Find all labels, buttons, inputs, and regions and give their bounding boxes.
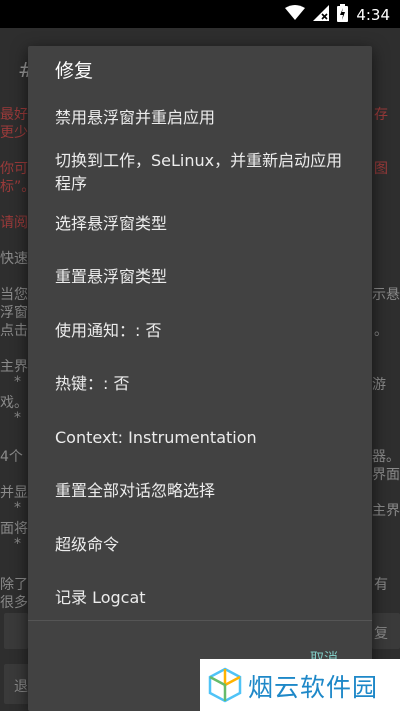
background-text: 4个 bbox=[0, 449, 23, 465]
watermark-text: 烟云软件园 bbox=[248, 673, 379, 702]
menu-item-context[interactable]: Context: Instrumentation bbox=[55, 426, 355, 449]
dialog-divider bbox=[28, 620, 372, 621]
repair-dialog: 修复 禁用悬浮窗并重启应用 切换到工作，SeLinux，并重新启动应用程序 选择… bbox=[28, 46, 372, 711]
menu-item-select-float-type[interactable]: 选择悬浮窗类型 bbox=[55, 212, 355, 235]
background-text: 更少 bbox=[0, 125, 28, 141]
watermark: 烟云软件园 bbox=[200, 659, 400, 711]
background-text: 复 bbox=[374, 626, 388, 642]
status-bar: 4:34 bbox=[0, 0, 400, 28]
background-text: 你可 bbox=[0, 161, 28, 177]
background-text: 游 bbox=[372, 377, 386, 393]
background-text: 请阅 bbox=[0, 215, 28, 231]
background-text: 面将 bbox=[0, 521, 28, 537]
menu-item-super-command[interactable]: 超级命令 bbox=[55, 533, 355, 556]
menu-item-use-notification[interactable]: 使用通知：: 否 bbox=[55, 319, 355, 342]
dialog-title: 修复 bbox=[55, 60, 94, 82]
background-text: 。 bbox=[374, 323, 388, 339]
background-text: 示悬 bbox=[372, 287, 400, 303]
background-text: 最好 bbox=[0, 107, 28, 123]
menu-item-switch-work-selinux[interactable]: 切换到工作，SeLinux，并重新启动应用程序 bbox=[55, 149, 355, 195]
background-button bbox=[4, 613, 28, 649]
menu-item-record-logcat[interactable]: 记录 Logcat bbox=[55, 586, 355, 609]
background-text: * bbox=[14, 374, 21, 390]
background-text: 除了 bbox=[0, 577, 28, 593]
wifi-icon bbox=[285, 5, 306, 25]
background-text: 退 bbox=[14, 679, 28, 695]
status-icons: 4:34 bbox=[285, 4, 390, 26]
status-time: 4:34 bbox=[356, 6, 390, 24]
background-text: 主界 bbox=[0, 359, 28, 375]
background-text: 浮窗 bbox=[0, 305, 28, 321]
battery-icon bbox=[337, 4, 349, 26]
menu-item-hotkey[interactable]: 热键：: 否 bbox=[55, 372, 355, 395]
background-text: 点击 bbox=[0, 323, 28, 339]
background-text: * bbox=[14, 536, 21, 552]
signal-icon bbox=[313, 5, 330, 25]
background-text: 器。 bbox=[372, 449, 400, 465]
background-text: 并显 bbox=[0, 485, 28, 501]
background-text: 存 bbox=[374, 107, 388, 123]
menu-item-reset-dialog-ignore[interactable]: 重置全部对话忽略选择 bbox=[55, 479, 355, 502]
background-text: 界面 bbox=[372, 467, 400, 483]
background-text: 主界 bbox=[372, 503, 400, 519]
background-text: * bbox=[14, 410, 21, 426]
watermark-logo-icon bbox=[208, 667, 242, 707]
menu-item-disable-float-restart[interactable]: 禁用悬浮窗并重启应用 bbox=[55, 106, 355, 129]
background-text: 图 bbox=[374, 161, 388, 177]
background-text: 戏。 bbox=[0, 395, 28, 411]
background-text: 当您 bbox=[0, 287, 28, 303]
background-text: * bbox=[14, 500, 21, 516]
background-text: 很多 bbox=[0, 595, 28, 611]
background-text: 有 bbox=[374, 577, 388, 593]
background-text: 快速 bbox=[0, 251, 28, 267]
menu-item-reset-float-type[interactable]: 重置悬浮窗类型 bbox=[55, 265, 355, 288]
